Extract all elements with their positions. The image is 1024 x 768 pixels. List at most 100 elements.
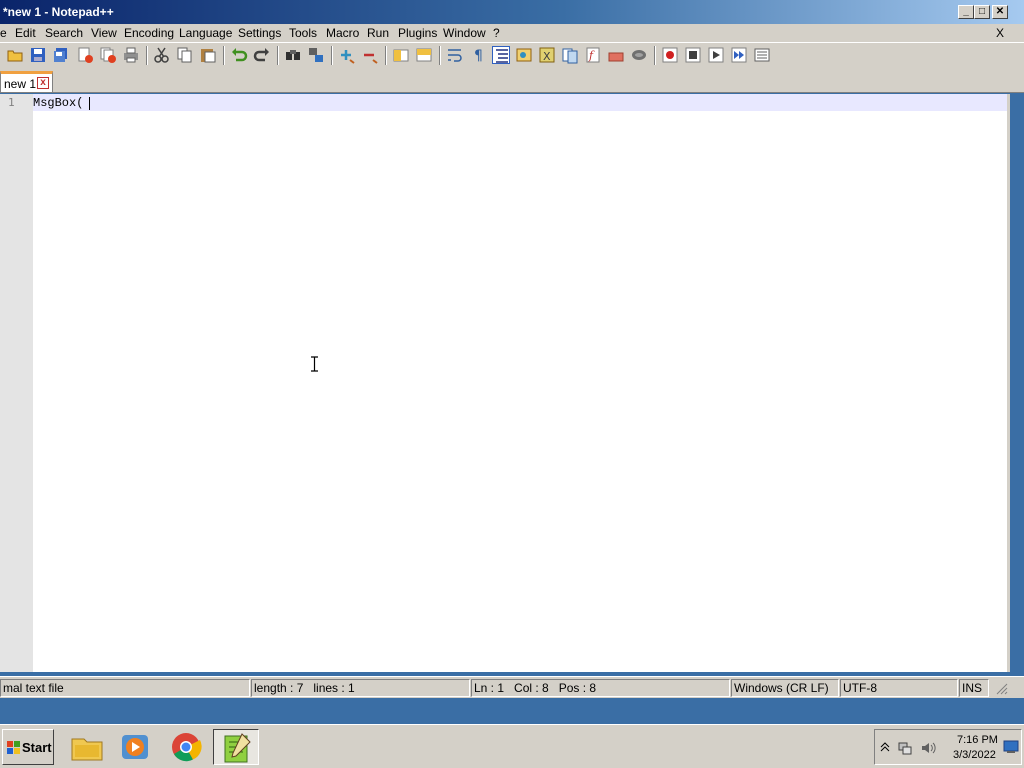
menu-view[interactable]: View bbox=[91, 26, 117, 40]
resize-grip-icon[interactable] bbox=[996, 683, 1008, 695]
save-icon[interactable] bbox=[29, 46, 47, 64]
cut-icon[interactable] bbox=[153, 46, 171, 64]
show-desktop-icon[interactable] bbox=[1003, 740, 1019, 754]
menu-language[interactable]: Language bbox=[179, 26, 232, 40]
redo-icon[interactable] bbox=[253, 46, 271, 64]
run-macro-multiple-icon[interactable] bbox=[730, 46, 748, 64]
menu-search[interactable]: Search bbox=[45, 26, 83, 40]
maximize-button[interactable]: □ bbox=[974, 5, 990, 19]
menu-file[interactable]: e bbox=[0, 26, 7, 40]
status-ln: Ln : 1 bbox=[474, 681, 505, 695]
copy-icon[interactable] bbox=[176, 46, 194, 64]
status-lines: lines : 1 bbox=[313, 681, 355, 695]
volume-icon[interactable] bbox=[920, 740, 936, 756]
find-icon[interactable] bbox=[284, 46, 302, 64]
tab-new-1[interactable]: new 1 x bbox=[0, 71, 53, 92]
status-length: length : 7 bbox=[254, 681, 304, 695]
doc-close-button[interactable]: X bbox=[996, 26, 1004, 40]
title-bar: *new 1 - Notepad++ _ □ ✕ bbox=[0, 0, 1024, 24]
chrome-icon[interactable] bbox=[163, 729, 209, 765]
show-all-chars-icon[interactable]: ¶ bbox=[469, 46, 487, 64]
close-button[interactable]: ✕ bbox=[992, 5, 1008, 19]
menu-help[interactable]: ? bbox=[493, 26, 500, 40]
line-number-gutter: 1 bbox=[0, 94, 33, 672]
clock-time[interactable]: 7:16 PM bbox=[957, 734, 998, 746]
tab-label: new 1 bbox=[4, 77, 37, 91]
save-macro-icon[interactable] bbox=[753, 46, 771, 64]
menu-tools[interactable]: Tools bbox=[289, 26, 317, 40]
toolbar-separator bbox=[223, 46, 225, 65]
undo-icon[interactable] bbox=[230, 46, 248, 64]
current-line-highlight bbox=[33, 94, 1007, 111]
ibeam-cursor-icon bbox=[311, 356, 318, 372]
tray-expand-icon[interactable] bbox=[880, 742, 890, 752]
zoom-in-icon[interactable] bbox=[338, 46, 356, 64]
paste-icon[interactable] bbox=[199, 46, 217, 64]
clock-date[interactable]: 3/3/2022 bbox=[953, 749, 996, 761]
windows-flag-icon bbox=[7, 741, 20, 754]
toolbar-separator bbox=[331, 46, 333, 65]
play-macro-icon[interactable] bbox=[707, 46, 725, 64]
close-all-icon[interactable] bbox=[99, 46, 117, 64]
toolbar-separator bbox=[277, 46, 279, 65]
menu-run[interactable]: Run bbox=[367, 26, 389, 40]
line-number: 1 bbox=[8, 96, 15, 109]
record-macro-icon[interactable] bbox=[661, 46, 679, 64]
menu-window[interactable]: Window bbox=[443, 26, 486, 40]
tab-close-icon[interactable]: x bbox=[37, 77, 49, 89]
svg-text:X: X bbox=[543, 50, 551, 63]
word-wrap-icon[interactable] bbox=[446, 46, 464, 64]
doc-list-icon[interactable] bbox=[561, 46, 579, 64]
editor[interactable]: 1 MsgBox( bbox=[0, 94, 1010, 672]
status-insert-mode[interactable]: INS bbox=[959, 679, 989, 697]
toolbar: ¶ X f bbox=[0, 42, 1024, 68]
toolbar-separator bbox=[146, 46, 148, 65]
status-file-type: mal text file bbox=[0, 679, 250, 697]
svg-text:¶: ¶ bbox=[474, 48, 483, 64]
close-icon[interactable] bbox=[76, 46, 94, 64]
indent-guide-icon[interactable] bbox=[492, 46, 510, 64]
sync-h-icon[interactable] bbox=[415, 46, 433, 64]
folder-workspace-icon[interactable] bbox=[607, 46, 625, 64]
menu-macro[interactable]: Macro bbox=[326, 26, 359, 40]
notepadpp-icon[interactable] bbox=[213, 729, 259, 765]
system-tray: 7:16 PM 3/3/2022 bbox=[874, 729, 1022, 765]
menu-settings[interactable]: Settings bbox=[238, 26, 281, 40]
taskbar: Start 7:16 PM 3/3/2022 bbox=[0, 724, 1024, 768]
menu-plugins[interactable]: Plugins bbox=[398, 26, 437, 40]
lang-icon[interactable] bbox=[515, 46, 533, 64]
function-list-icon[interactable]: f bbox=[584, 46, 602, 64]
print-icon[interactable] bbox=[122, 46, 140, 64]
start-button[interactable]: Start bbox=[2, 729, 54, 765]
replace-icon[interactable] bbox=[307, 46, 325, 64]
code-line[interactable]: MsgBox( bbox=[33, 96, 83, 110]
menu-bar: e Edit Search View Encoding Language Set… bbox=[0, 24, 1024, 42]
sync-v-icon[interactable] bbox=[392, 46, 410, 64]
tab-bar: new 1 x bbox=[0, 68, 1024, 93]
text-caret bbox=[89, 97, 90, 110]
status-bar: mal text file length : 7 lines : 1 Ln : 1… bbox=[0, 676, 1024, 698]
status-eol[interactable]: Windows (CR LF) bbox=[731, 679, 839, 697]
toolbar-separator bbox=[654, 46, 656, 65]
file-explorer-icon[interactable] bbox=[64, 729, 110, 765]
status-pos: Pos : 8 bbox=[558, 681, 597, 695]
status-encoding[interactable]: UTF-8 bbox=[840, 679, 958, 697]
window-title: *new 1 - Notepad++ bbox=[3, 5, 114, 19]
open-icon[interactable] bbox=[6, 46, 24, 64]
toolbar-separator bbox=[385, 46, 387, 65]
status-col: Col : 8 bbox=[514, 681, 549, 695]
stop-macro-icon[interactable] bbox=[684, 46, 702, 64]
status-length-pane: length : 7 lines : 1 bbox=[251, 679, 470, 697]
menu-edit[interactable]: Edit bbox=[15, 26, 36, 40]
media-player-icon[interactable] bbox=[112, 729, 158, 765]
zoom-out-icon[interactable] bbox=[361, 46, 379, 64]
minimize-button[interactable]: _ bbox=[958, 5, 974, 19]
toolbar-separator bbox=[439, 46, 441, 65]
network-icon[interactable] bbox=[897, 740, 913, 756]
monitor-icon[interactable] bbox=[630, 46, 648, 64]
start-label: Start bbox=[22, 740, 52, 755]
status-position-pane: Ln : 1 Col : 8 Pos : 8 bbox=[471, 679, 730, 697]
save-all-icon[interactable] bbox=[52, 46, 70, 64]
map-icon[interactable]: X bbox=[538, 46, 556, 64]
menu-encoding[interactable]: Encoding bbox=[124, 26, 174, 40]
